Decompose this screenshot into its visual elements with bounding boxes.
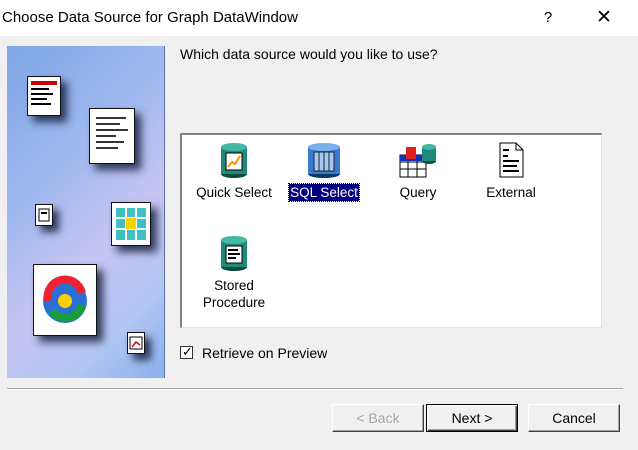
- powerbuilder-logo-icon: [33, 264, 97, 336]
- sql-select-icon: [308, 143, 340, 178]
- close-button[interactable]: ✕: [586, 4, 622, 32]
- external-icon: [499, 142, 524, 178]
- window-title: Choose Data Source for Graph DataWindow: [2, 9, 298, 26]
- source-label: Quick Select: [196, 185, 272, 200]
- grid-table-icon: [111, 202, 151, 246]
- close-icon: ✕: [596, 7, 612, 28]
- source-label: Stored Procedure: [202, 278, 266, 310]
- query-icon: [399, 144, 436, 178]
- button-separator: [7, 388, 623, 390]
- source-query[interactable]: Query: [370, 141, 466, 201]
- small-form-icon: [35, 204, 53, 226]
- checkbox-box[interactable]: ✓: [180, 344, 193, 359]
- text-document-icon: [89, 108, 135, 164]
- small-chart-icon: [127, 332, 145, 354]
- source-stored-procedure[interactable]: Stored Procedure: [186, 234, 282, 311]
- source-quick-select[interactable]: Quick Select: [186, 141, 282, 201]
- back-button[interactable]: < Back: [332, 404, 424, 432]
- source-external[interactable]: External: [463, 141, 559, 201]
- retrieve-on-preview-label: Retrieve on Preview: [202, 345, 328, 361]
- quick-select-icon: [221, 143, 247, 178]
- source-label: SQL Select: [288, 183, 360, 202]
- report-sheet-icon: [27, 76, 61, 116]
- source-label: External: [486, 185, 536, 200]
- stored-procedure-icon: [221, 236, 247, 271]
- cancel-button[interactable]: Cancel: [528, 404, 620, 432]
- title-bar[interactable]: Choose Data Source for Graph DataWindow …: [0, 0, 638, 36]
- source-sql-select[interactable]: SQL Select: [276, 141, 372, 202]
- next-button[interactable]: Next >: [426, 404, 518, 432]
- source-label: Query: [399, 185, 437, 200]
- data-source-list[interactable]: Quick Select SQL Select Query External S…: [180, 133, 602, 328]
- help-icon: ?: [543, 9, 553, 26]
- help-button[interactable]: ?: [530, 4, 566, 32]
- wizard-illustration: [7, 46, 165, 378]
- prompt-text: Which data source would you like to use?: [180, 46, 438, 62]
- checkmark-icon: ✓: [182, 344, 193, 359]
